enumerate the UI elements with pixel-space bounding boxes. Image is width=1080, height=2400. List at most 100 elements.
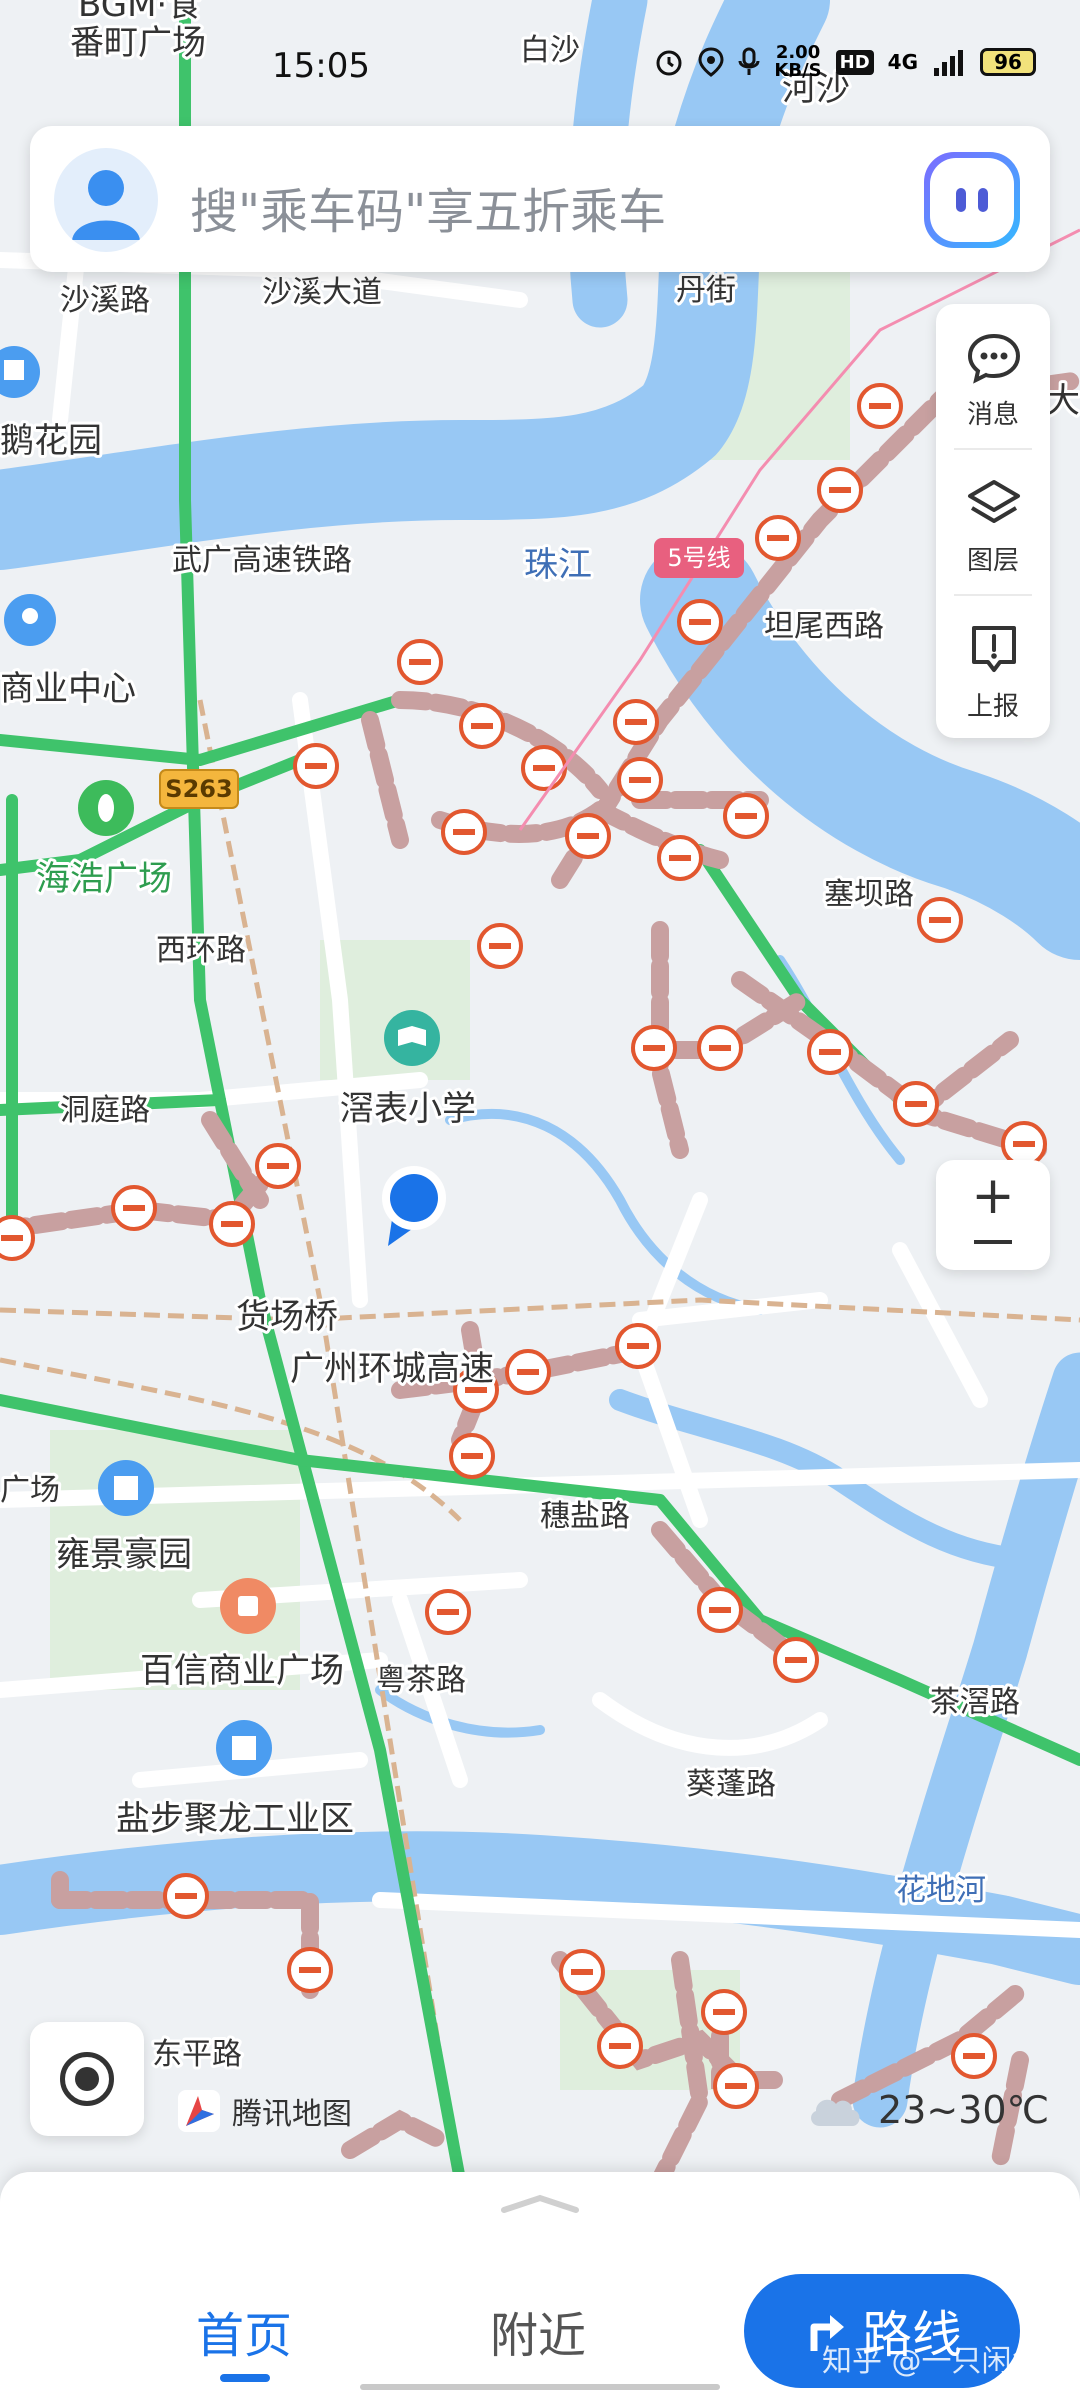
road-closure-bar [609,2043,631,2049]
road-chaojiao: 茶滘路 [930,1685,1020,1720]
road-closure-bar [627,1343,649,1349]
zoom-out-button[interactable] [974,1240,1012,1244]
microphone-icon [738,47,760,75]
place-baixin: 百信商业广场 [140,1651,344,1691]
road-closure-bar [767,535,789,541]
metro-label: 5号线 [667,544,730,572]
road-closure-bar [785,1657,807,1663]
status-time: 15:05 [272,46,370,86]
road-suiyan: 穗盐路 [540,1499,630,1534]
place-yongjing: 雍景豪园 [56,1535,192,1575]
search-bar[interactable]: 搜"乘车码"享五折乘车 [30,126,1050,272]
user-avatar[interactable] [54,148,158,252]
watermark: 知乎 @一只闲鱼 [822,2344,1042,2379]
report-button[interactable]: 上报 [936,596,1050,740]
cloud-icon [811,2099,860,2126]
message-icon [967,333,1021,384]
poi-pin-commercial [4,594,56,646]
road-closure-bar [643,1045,665,1051]
road-closure-bar [489,943,511,949]
brand-name: 腾讯地图 [232,2097,352,2132]
messages-button[interactable]: 消息 [936,304,1050,448]
map-tools-panel: 消息 图层 上报 [936,304,1050,738]
road-closure-bar [709,1045,731,1051]
road-shaxi: 沙溪路 [60,283,150,318]
road-closure-bar [625,719,647,725]
road-closure-bar [461,1453,483,1459]
messages-label: 消息 [966,400,1019,430]
road-closure-bar [305,763,327,769]
network-type: 4G [887,50,918,74]
report-label: 上报 [966,692,1019,722]
status-icons: 2.00 KB/S HD 4G 96 [654,44,1036,80]
rail-wuguang: 武广高速铁路 [172,543,352,578]
road-closure-bar [517,1369,539,1375]
weather-temp: 23~30℃ [878,2088,1050,2132]
place-yanbu: 盐步聚龙工业区 [116,1799,354,1839]
road-closure-bar [629,777,651,783]
poi-pin-baixin [220,1578,276,1634]
road-closure-bar [453,829,475,835]
road-closure-bar [571,1969,593,1975]
road-saiba: 塞坝路 [824,877,914,912]
river-zhujiang: 珠江 [524,545,592,585]
place-jiaobiao: 滘表小学 [340,1089,476,1129]
poi-pin-school [384,1010,440,1066]
s263-badge: S263 [159,769,239,809]
signal-icon [934,50,963,76]
tencent-map-logo-icon [178,2090,220,2132]
place-haihao: 海浩广场 [36,859,172,899]
road-closure-bar [713,2009,735,2015]
alarm-icon [656,50,682,76]
battery-indicator: 96 [980,48,1036,76]
road-closure-bar [829,487,851,493]
road-closure-bar [577,833,599,839]
network-speed: 2.00 KB/S [774,44,821,80]
home-indicator [360,2384,720,2390]
road-closure-bar [735,813,757,819]
zoom-control: + [936,1160,1050,1270]
road-closure-bar [437,1609,459,1615]
road-closure-bar [123,1205,145,1211]
road-closure-bar [905,1101,927,1107]
layers-icon [968,480,1020,523]
road-yuejiao: 粤茶路 [376,1663,466,1698]
road-huancheng: 广州环城高速 [290,1349,494,1389]
avatar-icon [72,170,140,240]
road-dongping: 东平路 [152,2037,242,2072]
hd-badge: HD [835,49,874,75]
location-status-icon [698,47,724,77]
place-guang: 广场 [0,1473,60,1508]
weather-widget[interactable]: 23~30℃ [806,2088,1049,2132]
road-closure-bar [819,1049,841,1055]
road-closure-bar [221,1221,243,1227]
road-closure-bar [533,765,555,771]
layers-button[interactable]: 图层 [936,450,1050,594]
road-closure-bar [299,1967,321,1973]
road-closure-bar [669,855,691,861]
road-closure-bar [725,2083,747,2089]
river-huadi: 花地河 [896,1873,986,1908]
sheet-handle-icon[interactable] [500,2192,580,2216]
status-bar: 15:05 2.00 KB/S HD 4G 96 [0,40,1080,96]
active-tab-indicator [220,2374,270,2382]
tab-home[interactable]: 首页 [196,2296,292,2366]
s263-label: S263 [165,775,232,803]
zoom-in-button[interactable]: + [936,1170,1050,1222]
road-closure-bar [267,1163,289,1169]
tab-nearby[interactable]: 附近 [490,2296,586,2366]
assistant-icon [930,158,1014,242]
locate-me-button[interactable] [30,2022,144,2136]
poi-pin-yongjing [98,1460,154,1516]
road-closure-bar [409,659,431,665]
ai-assistant-button[interactable] [924,152,1020,248]
search-input[interactable]: 搜"乘车码"享五折乘车 [190,172,666,242]
network-speed-unit: KB/S [774,60,822,81]
poi-pin-haihao [78,780,134,836]
road-dongting: 洞庭路 [60,1093,150,1128]
road-dan: 丹街 [676,273,736,308]
place-huayuan: 鹅花园 [0,421,102,461]
place-da: 大 [1046,381,1080,421]
road-closure-bar [869,403,891,409]
map-canvas[interactable]: 5号线 S263 BGM·食 番町广场 白沙 河沙 沙溪路 沙溪大道 丹街 鹅花… [0,0,1080,2180]
